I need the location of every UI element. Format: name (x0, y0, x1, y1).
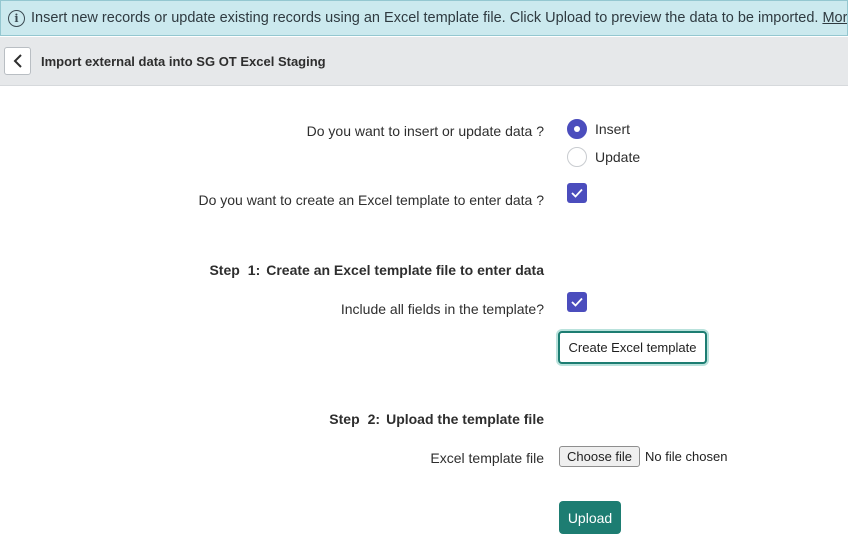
insert-update-label: Do you want to insert or update data ? (306, 123, 544, 139)
info-icon: i (8, 9, 25, 27)
step-2-title: Upload the template file (386, 411, 544, 427)
step-2-word: Step (329, 411, 360, 427)
more-info-link[interactable]: More Info (822, 10, 847, 26)
chevron-left-icon (13, 54, 22, 68)
radio-insert-label: Insert (595, 121, 631, 137)
step-1-title: Create an Excel template file to enter d… (266, 262, 544, 278)
checkmark-icon (571, 188, 583, 198)
create-excel-template-button[interactable]: Create Excel template (558, 331, 707, 364)
create-template-checkbox[interactable] (567, 183, 587, 203)
include-fields-label: Include all fields in the template? (340, 301, 544, 317)
step-2-number: 2: (367, 411, 381, 427)
radio-update-label: Update (595, 149, 641, 165)
page-header: Import external data into SG OT Excel St… (0, 37, 848, 86)
step-1-word: Step (209, 262, 240, 278)
radio-insert[interactable]: Insert (567, 119, 630, 139)
step-1-number: 1: (247, 262, 261, 278)
info-banner-text: Insert new records or update existing re… (31, 10, 819, 26)
radio-update-button[interactable] (567, 147, 587, 167)
include-fields-checkbox[interactable] (567, 292, 587, 312)
upload-button[interactable]: Upload (559, 501, 621, 534)
choose-file-button[interactable]: Choose file (559, 446, 641, 467)
info-banner: i Insert new records or update existing … (0, 0, 848, 36)
radio-insert-button[interactable] (567, 119, 587, 139)
checkmark-icon (571, 297, 583, 307)
file-input[interactable]: Choose file No file chosen (559, 446, 727, 467)
excel-file-label: Excel template file (430, 450, 544, 466)
step-1-heading: Step 1: Create an Excel template file to e… (209, 262, 544, 278)
step-2-heading: Step 2: Upload the template file (329, 411, 544, 427)
back-button[interactable] (4, 47, 31, 75)
create-template-label: Do you want to create an Excel template … (198, 192, 544, 208)
radio-update[interactable]: Update (567, 147, 640, 167)
page-title: Import external data into SG OT Excel St… (41, 53, 326, 69)
file-status: No file chosen (645, 449, 728, 464)
